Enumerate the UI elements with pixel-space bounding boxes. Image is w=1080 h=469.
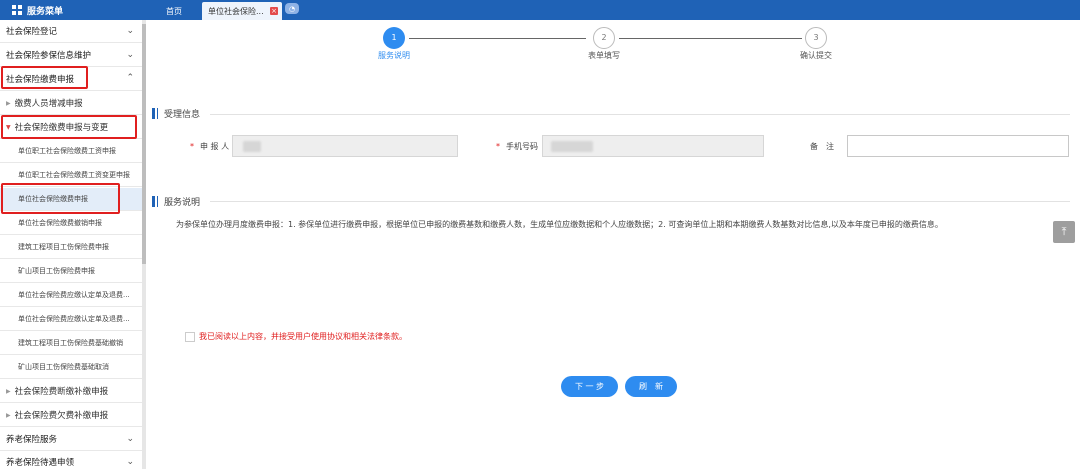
step-connector: [619, 38, 802, 39]
tab-home[interactable]: 首页: [148, 2, 200, 20]
sidebar-item-insured-info[interactable]: 社会保险参保信息维护 ⌄: [0, 44, 142, 67]
sidebar-item-label: 单位职工社会保险缴费工资申报: [18, 147, 116, 155]
remark-label: 备 注: [810, 142, 834, 151]
remark-field[interactable]: [847, 135, 1069, 157]
step-3-label: 确认提交: [800, 51, 832, 60]
divider: [210, 201, 1070, 202]
sidebar-item-assessment-refund-2[interactable]: 单位社会保险费应缴认定单及退费...: [0, 308, 142, 331]
chevron-down-icon: ⌄: [126, 434, 134, 444]
phone-field[interactable]: [542, 135, 764, 157]
sidebar-item-label: 单位社会保险费应缴认定单及退费...: [18, 291, 130, 299]
caret-right-icon: ▶: [6, 387, 11, 395]
agreement-checkbox[interactable]: [185, 331, 195, 342]
step-3-circle: 3: [805, 27, 827, 49]
sidebar-item-label: 缴费人员增减申报: [14, 99, 83, 109]
highlight-box: [1, 66, 88, 89]
sidebar-item-label: 养老保险待遇申领: [6, 458, 75, 468]
sidebar-item-label: 矿山项目工伤保险费申报: [18, 267, 95, 275]
sidebar-item-label: 单位社会保险费应缴认定单及退费...: [18, 315, 130, 323]
back-to-top-icon[interactable]: ⤒: [1053, 221, 1075, 243]
sidebar-item-wage-declaration[interactable]: 单位职工社会保险缴费工资申报: [0, 140, 142, 163]
refresh-button[interactable]: 刷 新: [625, 376, 677, 397]
service-description: 为参保单位办理月度缴费申报：1. 参保单位进行缴费申报，根据单位已申报的缴费基数…: [176, 220, 943, 229]
section-service-desc-title: 服务说明: [152, 195, 200, 208]
sidebar-scroll-thumb[interactable]: [142, 24, 146, 264]
sidebar-item-registration[interactable]: 社会保险登记 ⌄: [0, 20, 142, 43]
sidebar-item-label: 养老保险服务: [6, 435, 58, 445]
sidebar-item-label: 建筑工程项目工伤保险费基础撤销: [18, 339, 123, 347]
sidebar-item-arrears-payment[interactable]: ▶ 社会保险费欠费补缴申报: [0, 404, 142, 427]
close-icon[interactable]: ×: [270, 7, 278, 15]
menu-title: 服务菜单: [27, 6, 64, 17]
sidebar-item-pension-service[interactable]: 养老保险服务 ⌄: [0, 428, 142, 451]
sidebar-item-label: 社会保险参保信息维护: [6, 51, 92, 61]
step-2-label: 表单填写: [588, 51, 620, 60]
applicant-label: * 申 报 人: [190, 142, 230, 151]
divider: [210, 114, 1070, 115]
step-2-circle: 2: [593, 27, 615, 49]
grid-menu-icon: [12, 5, 22, 15]
top-bar: 服务菜单 首页 单位社会保险... × ◔: [0, 0, 1080, 20]
sidebar-item-break-payment[interactable]: ▶ 社会保险费断缴补缴申报: [0, 380, 142, 403]
agreement-text: 我已阅读以上内容，并接受用户使用协议和相关法律条款。: [199, 332, 407, 341]
applicant-field[interactable]: [232, 135, 458, 157]
sidebar-item-label: 社会保险费欠费补缴申报: [14, 411, 109, 421]
sidebar-item-label: 社会保险费断缴补缴申报: [14, 387, 109, 397]
highlight-box: [1, 183, 120, 214]
more-tabs-icon[interactable]: ◔: [285, 3, 299, 14]
sidebar-item-mining-injury[interactable]: 矿山项目工伤保险费申报: [0, 260, 142, 283]
step-progress: 1 2 3 服务说明 表单填写 确认提交: [150, 20, 1080, 80]
highlight-box: [1, 115, 137, 139]
sidebar-item-pension-claim[interactable]: 养老保险待遇申领 ⌄: [0, 451, 142, 469]
chevron-down-icon: ⌄: [126, 457, 134, 467]
sidebar-item-assessment-refund-1[interactable]: 单位社会保险费应缴认定单及退费...: [0, 284, 142, 307]
step-connector: [409, 38, 586, 39]
chevron-down-icon: ⌄: [126, 50, 134, 60]
sidebar-item-mining-cancel[interactable]: 矿山项目工伤保险费基础取消: [0, 356, 142, 379]
chevron-up-icon: ⌃: [126, 73, 134, 83]
sidebar-item-personnel-change[interactable]: ▶ 缴费人员增减申报: [0, 92, 142, 115]
tab-unit-social-insurance[interactable]: 单位社会保险... ×: [202, 2, 282, 20]
chevron-down-icon: ⌄: [126, 26, 134, 36]
caret-right-icon: ▶: [6, 99, 11, 107]
sidebar-item-payment-revoke[interactable]: 单位社会保险缴费撤销申报: [0, 212, 142, 235]
sidebar-item-construction-injury[interactable]: 建筑工程项目工伤保险费申报: [0, 236, 142, 259]
sidebar-item-label: 社会保险登记: [6, 27, 58, 37]
sidebar-item-construction-revoke[interactable]: 建筑工程项目工伤保险费基础撤销: [0, 332, 142, 355]
sidebar-item-label: 单位职工社会保险缴费工资变更申报: [18, 171, 130, 179]
tab-label: 单位社会保险...: [208, 6, 264, 16]
caret-right-icon: ▶: [6, 411, 11, 419]
sidebar-item-label: 矿山项目工伤保险费基础取消: [18, 363, 109, 371]
next-step-button[interactable]: 下 一 步: [561, 376, 618, 397]
step-1-label: 服务说明: [378, 51, 410, 60]
phone-label: * 手机号码: [496, 142, 538, 151]
sidebar-item-label: 建筑工程项目工伤保险费申报: [18, 243, 109, 251]
service-menu-header[interactable]: 服务菜单: [0, 0, 146, 20]
section-accept-info-title: 受理信息: [152, 107, 200, 120]
step-1-circle: 1: [383, 27, 405, 49]
sidebar-item-label: 单位社会保险缴费撤销申报: [18, 219, 102, 227]
agreement-row[interactable]: 我已阅读以上内容，并接受用户使用协议和相关法律条款。: [185, 331, 407, 342]
